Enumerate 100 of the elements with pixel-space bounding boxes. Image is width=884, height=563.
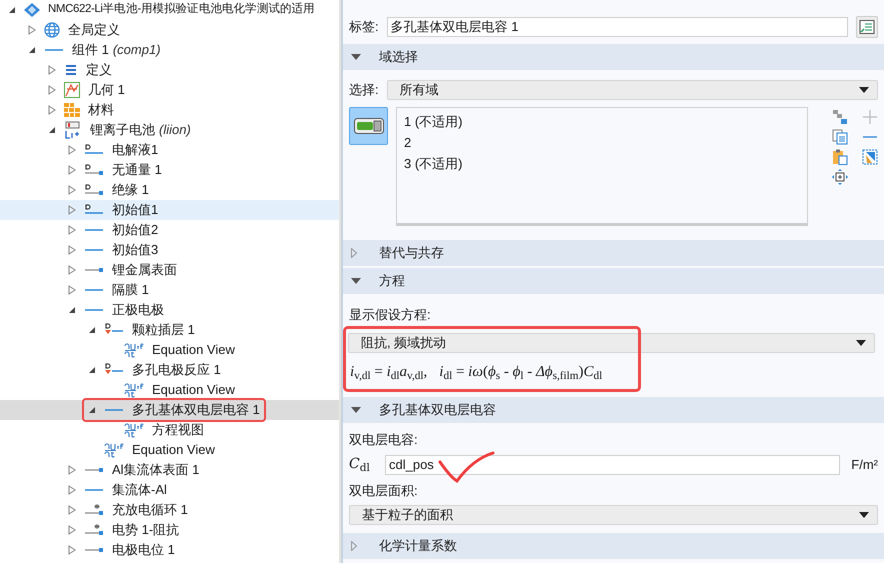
collapse-icon — [351, 54, 361, 60]
section-header[interactable]: 化学计量系数 — [343, 532, 884, 558]
expand-icon[interactable] — [48, 85, 56, 95]
tree-item[interactable]: 锂金属表面 — [112, 260, 177, 280]
collapse-icon[interactable] — [68, 306, 76, 314]
tree-item[interactable]: 电势 1-阻抗 — [112, 520, 180, 540]
list-entry[interactable]: 2 — [404, 132, 800, 153]
tree-item[interactable]: 隔膜 1 — [112, 280, 149, 300]
equation-dropdown[interactable]: 阻抗, 频域扰动 — [348, 333, 875, 353]
expand-icon[interactable] — [68, 485, 76, 495]
expand-icon[interactable] — [68, 505, 76, 515]
expand-icon[interactable] — [68, 245, 76, 255]
tree-item[interactable]: Equation View — [152, 380, 235, 400]
list-entry[interactable]: 1 (不适用) — [404, 111, 800, 132]
tree-item[interactable]: 无通量 1 — [112, 160, 162, 180]
expand-icon — [351, 248, 357, 258]
link-icon[interactable] — [832, 109, 848, 125]
section-header[interactable]: 替代与共存 — [343, 240, 884, 266]
tree-item[interactable]: 多孔电极反应 1 — [132, 360, 221, 380]
selection-dropdown[interactable]: 所有域 — [386, 80, 878, 100]
tree-item[interactable]: 方程视图 — [152, 420, 204, 440]
list-icon — [64, 64, 78, 76]
tree-item[interactable]: 初始值3 — [112, 240, 158, 260]
equation-icon — [104, 442, 124, 458]
clear-selection-icon[interactable] — [862, 149, 878, 165]
expand-icon[interactable] — [68, 185, 76, 195]
boundary-icon — [84, 265, 104, 275]
collapse-icon — [351, 278, 361, 284]
collapse-icon[interactable] — [88, 406, 96, 414]
text-icon-button[interactable] — [856, 16, 878, 38]
collapse-icon[interactable] — [88, 326, 96, 334]
selection-list[interactable]: 1 (不适用) 2 3 (不适用) — [396, 107, 808, 226]
tree-item[interactable]: 锂离子电池 — [90, 120, 155, 140]
tree-item[interactable]: 颗粒插层 1 — [132, 320, 195, 340]
active-toggle-button[interactable] — [349, 107, 388, 145]
collapse-icon — [351, 406, 361, 412]
expand-icon[interactable] — [68, 205, 76, 215]
tree-item[interactable]: 全局定义 — [68, 20, 120, 40]
globe-icon — [44, 22, 60, 38]
tree-item[interactable]: 定义 — [86, 60, 112, 80]
collapse-icon[interactable] — [28, 46, 36, 54]
expand-icon[interactable] — [68, 145, 76, 155]
add-icon[interactable] — [862, 109, 878, 125]
materials-icon — [64, 102, 80, 118]
battery-icon — [64, 121, 82, 139]
tree-item[interactable]: 绝缘 1 — [112, 180, 149, 200]
copy-icon[interactable] — [832, 129, 848, 145]
tree-item[interactable]: 正极电极 — [112, 300, 164, 320]
tree-item[interactable]: Al集流体表面 1 — [112, 460, 200, 480]
section-header[interactable]: 方程 — [343, 268, 884, 294]
collapse-icon[interactable] — [48, 126, 56, 134]
geometry-icon — [64, 82, 80, 98]
paste-icon[interactable] — [832, 149, 848, 165]
expand-icon[interactable] — [68, 285, 76, 295]
tree-item[interactable]: 组件 1 — [72, 40, 109, 60]
tree-item[interactable]: NMC622-Li半电池-用模拟验证电池电化学测试的适用 — [48, 1, 315, 19]
boundary-icon — [84, 545, 104, 555]
zoom-to-selection-icon[interactable] — [832, 169, 848, 185]
field-label: 双电层面积: — [349, 482, 419, 500]
dropdown-caret-icon — [859, 87, 869, 93]
unit-label: F/m² — [850, 456, 878, 474]
tree-item[interactable]: 电解液1 — [112, 140, 158, 160]
capacitance-field[interactable]: cdl_pos — [385, 454, 840, 474]
expand-icon[interactable] — [68, 545, 76, 555]
boundary-icon — [84, 164, 104, 176]
tree-item-tag: (liion) — [159, 120, 191, 140]
expand-icon[interactable] — [68, 165, 76, 175]
label-field[interactable]: 多孔基体双电层电容 1 — [386, 17, 848, 37]
list-entry[interactable]: 3 (不适用) — [404, 153, 800, 174]
field-label: 选择: — [349, 81, 379, 100]
section-header[interactable]: 域选择 — [343, 44, 884, 70]
expand-icon[interactable] — [48, 105, 56, 115]
tree-item[interactable]: 电极电位 1 — [112, 540, 175, 560]
expand-icon[interactable] — [28, 25, 36, 35]
tree-item[interactable]: 充放电循环 1 — [112, 500, 188, 520]
tree-item[interactable]: 材料 — [88, 100, 114, 120]
field-label: 显示假设方程: — [349, 307, 432, 323]
field-label: 标签: — [349, 18, 379, 36]
tree-item[interactable]: Equation View — [132, 440, 215, 460]
expand-icon[interactable] — [68, 225, 76, 235]
tree-item[interactable]: Equation View — [152, 340, 235, 360]
tree-item[interactable]: 初始值2 — [112, 220, 158, 240]
boundary-icon — [84, 465, 104, 475]
equation: i$_{dl}$ = iω(ϕ$_{s}$ - ϕ$_{l}$ - Δϕ$_{s,film}$)C$_{dl}$ — [439, 363, 602, 384]
tree-item[interactable]: 初始值1 — [112, 200, 158, 220]
collapse-icon[interactable] — [8, 6, 16, 14]
tree-item[interactable]: 几何 1 — [88, 80, 125, 100]
expand-icon[interactable] — [68, 465, 76, 475]
expand-icon[interactable] — [68, 525, 76, 535]
equation-icon — [124, 382, 144, 398]
area-dropdown[interactable]: 基于粒子的面积 — [349, 504, 878, 524]
tree-item-tag: (comp1) — [112, 40, 161, 60]
domain-icon — [84, 144, 104, 156]
expand-icon[interactable] — [68, 265, 76, 275]
collapse-icon[interactable] — [88, 366, 96, 374]
expand-icon[interactable] — [48, 65, 56, 75]
expand-icon — [351, 540, 357, 550]
tree-item[interactable]: 集流体-Al — [112, 480, 167, 500]
field-label: 双电层电容: — [349, 430, 419, 448]
section-header[interactable]: 多孔基体双电层电容 — [343, 396, 884, 422]
